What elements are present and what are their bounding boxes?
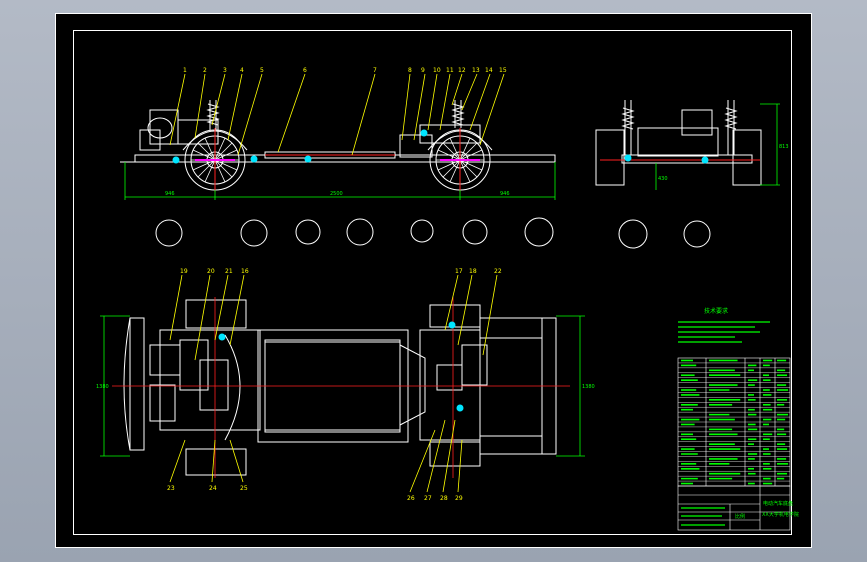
callout-label: 26 [407,495,415,502]
callout-label: 19 [180,268,188,275]
scale-label: 比例 [735,513,745,520]
callout-label: 14 [485,67,493,74]
callout-label: 21 [225,268,233,275]
callout-label: 3 [223,67,227,74]
dimension-text: 2500 [330,191,343,197]
callout-label: 24 [209,485,217,492]
section-row [155,217,711,249]
tech-notes: 技术要求 [678,307,770,343]
callout-label: 10 [433,67,441,74]
drawing-title: 电动汽车底盘 [763,500,793,507]
callout-label: 9 [421,67,425,74]
callout-label: 15 [499,67,507,74]
callout-label: 2 [203,67,207,74]
callout-label: 28 [440,495,448,502]
plan-view [123,299,557,476]
front-view [595,100,762,186]
side-callout-labels: 1 2 3 4 5 6 7 8 9 10 11 12 13 14 15 [183,67,507,74]
dimension-text: 813 [779,144,789,150]
callout-label: 8 [408,67,412,74]
callout-label: 20 [207,268,215,275]
company-name: XX大学机电学院 [762,511,799,518]
callout-label: 27 [424,495,432,502]
callout-label: 23 [167,485,175,492]
cad-drawing: 1 2 3 4 5 6 7 8 9 10 11 12 13 14 15 946 … [96,67,799,531]
callout-label: 25 [240,485,248,492]
callout-label: 6 [303,67,307,74]
dimension-text: 946 [500,191,510,197]
dimension-text: 946 [165,191,175,197]
dimension-text: 1380 [96,384,109,390]
side-view [120,100,556,192]
callout-label: 7 [373,67,377,74]
callout-label: 29 [455,495,463,502]
callout-label: 1 [183,67,187,74]
callout-label: 5 [260,67,264,74]
callout-label: 4 [240,67,244,74]
callout-label: 13 [472,67,480,74]
callout-label: 17 [455,268,463,275]
callout-label: 11 [446,67,454,74]
callout-label: 12 [458,67,466,74]
notes-title: 技术要求 [704,307,728,315]
callout-label: 22 [494,268,502,275]
callout-label: 16 [241,268,249,275]
callout-label: 18 [469,268,477,275]
dimension-text: 1380 [582,384,595,390]
dimension-text: 430 [658,176,668,182]
